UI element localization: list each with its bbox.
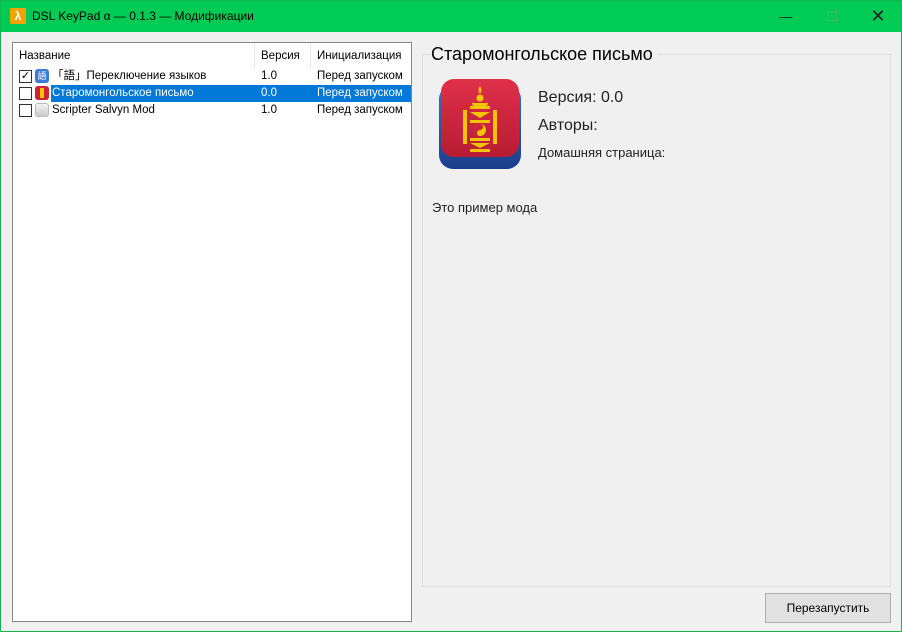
mongolian-soyombo-icon [439, 79, 521, 169]
title-bar[interactable]: λ DSL KeyPad α — 0.1.3 — Модификации — ☐… [1, 1, 901, 32]
maximize-button[interactable]: ☐ [809, 1, 855, 32]
mod-description: Это пример мода [432, 200, 538, 215]
row-version: 1.0 [261, 104, 277, 116]
list-row-mongolian-script[interactable]: Старомонгольское письмо 0.0 Перед запуск… [13, 85, 411, 102]
row-name: Старомонгольское письмо [52, 87, 194, 99]
row-init: Перед запуском [317, 87, 403, 99]
restart-button[interactable]: Перезапустить [765, 593, 891, 623]
row-checkbox[interactable] [19, 104, 32, 117]
row-checkbox[interactable] [19, 87, 32, 100]
mods-list[interactable]: Название Версия Инициализация ✓ 語 「語」Пер… [12, 42, 412, 622]
minimize-button[interactable]: — [763, 1, 809, 32]
column-header-version[interactable]: Версия [255, 43, 311, 68]
mod-authors: Авторы: [538, 117, 598, 134]
mongolian-soyombo-icon [35, 86, 49, 100]
window-title: DSL KeyPad α — 0.1.3 — Модификации [32, 9, 254, 23]
app-lambda-icon: λ [10, 8, 26, 24]
list-header: Название Версия Инициализация [13, 43, 411, 68]
row-version: 1.0 [261, 70, 277, 82]
list-row-language-switch[interactable]: ✓ 語 「語」Переключение языков 1.0 Перед зап… [13, 68, 411, 85]
row-init: Перед запуском [317, 70, 403, 82]
row-version: 0.0 [261, 87, 277, 99]
column-header-init[interactable]: Инициализация [311, 43, 411, 68]
row-init: Перед запуском [317, 104, 403, 116]
row-checkbox[interactable]: ✓ [19, 70, 32, 83]
language-switch-icon: 語 [35, 69, 49, 83]
list-row-scripter[interactable]: Scripter Salvyn Mod 1.0 Перед запуском [13, 102, 411, 119]
row-name: Scripter Salvyn Mod [52, 104, 155, 116]
app-window: λ DSL KeyPad α — 0.1.3 — Модификации — ☐… [0, 0, 902, 632]
close-button[interactable]: ✕ [855, 1, 901, 32]
mod-homepage: Домашняя страница: [538, 145, 666, 160]
script-icon [35, 103, 49, 117]
column-header-name[interactable]: Название [13, 43, 255, 68]
details-title: Старомонгольское письмо [431, 44, 657, 65]
row-name: 「語」Переключение языков [52, 70, 207, 82]
mod-version: Версия: 0.0 [538, 89, 624, 106]
